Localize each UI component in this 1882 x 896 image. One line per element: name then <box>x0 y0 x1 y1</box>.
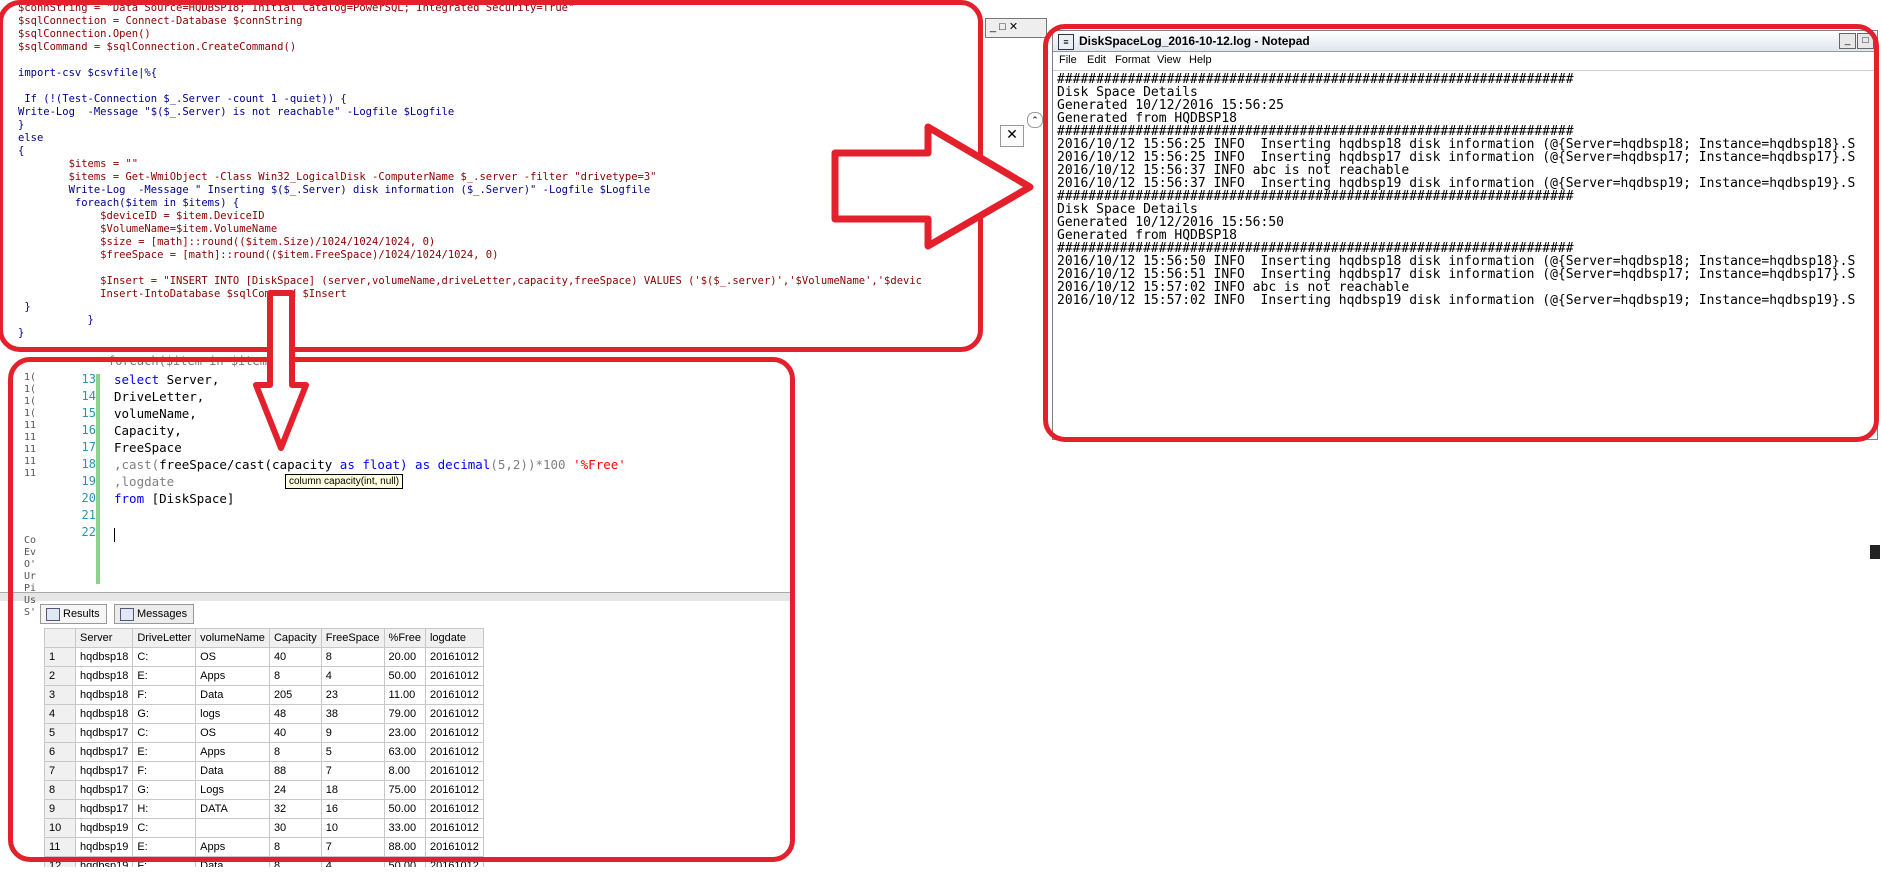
scroll-arrow-icon <box>1870 545 1880 559</box>
annotation-arrows <box>253 123 1034 451</box>
arrow-down-icon <box>253 290 309 451</box>
arrow-right-icon <box>831 123 1034 250</box>
